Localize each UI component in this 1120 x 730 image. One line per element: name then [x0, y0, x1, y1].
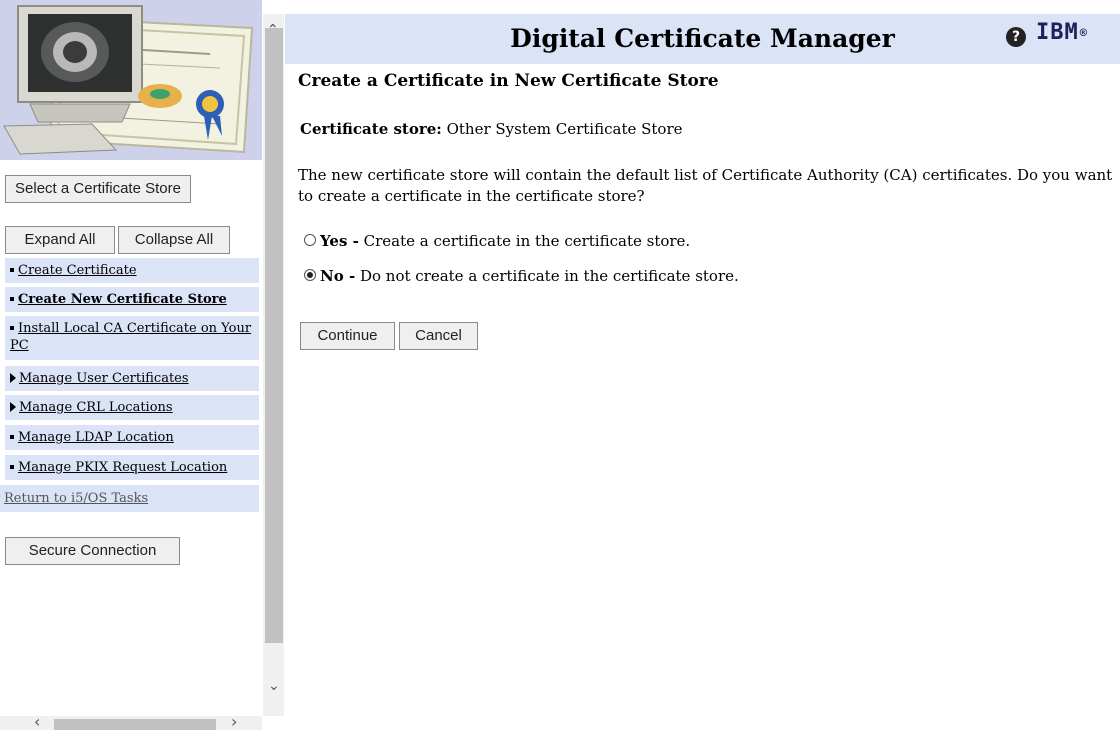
option-label: Yes - — [320, 232, 359, 250]
option-description: Create a certificate in the certificate … — [363, 232, 691, 250]
return-to-i5os-tasks-link[interactable]: Return to i5/OS Tasks — [4, 491, 148, 506]
scroll-down-arrow-icon[interactable]: ⌄ — [268, 678, 280, 694]
header-bar: Digital Certificate Manager ? IBM® — [285, 14, 1120, 64]
option-no[interactable]: No - Do not create a certificate in the … — [304, 267, 739, 285]
nav-link[interactable]: Manage PKIX Request Location — [18, 460, 227, 475]
navigation-frame: Select a Certificate Store Expand All Co… — [0, 0, 284, 730]
secure-connection-button[interactable]: Secure Connection — [5, 537, 180, 565]
option-label: No - — [320, 267, 356, 285]
store-label: Certificate store: — [300, 120, 442, 138]
square-bullet-icon — [10, 434, 14, 439]
nav-item-create-certificate[interactable]: Create Certificate — [5, 258, 259, 283]
help-icon[interactable]: ? — [1006, 27, 1026, 47]
square-bullet-icon — [10, 325, 14, 330]
square-bullet-icon — [10, 267, 14, 272]
expand-all-button[interactable]: Expand All — [5, 226, 115, 254]
nav-link[interactable]: Manage User Certificates — [19, 371, 189, 386]
content-frame: Digital Certificate Manager ? IBM® Creat… — [285, 0, 1120, 730]
expand-triangle-icon[interactable] — [10, 372, 16, 383]
dcm-logo-image — [0, 0, 262, 160]
nav-item-manage-crl-locations[interactable]: Manage CRL Locations — [5, 395, 259, 420]
nav-item-install-local-ca[interactable]: Install Local CA Certificate on Your PC — [5, 316, 259, 360]
horizontal-scrollbar-thumb[interactable] — [54, 719, 216, 730]
collapse-all-button[interactable]: Collapse All — [118, 226, 230, 254]
intro-text: The new certificate store will contain t… — [298, 166, 1113, 205]
square-bullet-icon — [10, 296, 14, 301]
nav-item-manage-pkix-request-location[interactable]: Manage PKIX Request Location — [5, 455, 259, 480]
expand-triangle-icon[interactable] — [10, 401, 16, 412]
vertical-scrollbar-thumb[interactable] — [265, 28, 283, 643]
scroll-right-arrow-icon[interactable]: › — [231, 712, 237, 730]
nav-item-create-new-certificate-store[interactable]: Create New Certificate Store — [5, 287, 259, 312]
option-description: Do not create a certificate in the certi… — [359, 267, 739, 285]
ibm-logo: IBM® — [1036, 20, 1088, 45]
select-certificate-store-button[interactable]: Select a Certificate Store — [5, 175, 191, 203]
app-title: Digital Certificate Manager — [510, 24, 895, 53]
nav-link-current[interactable]: Create New Certificate Store — [18, 292, 227, 307]
registered-mark: ® — [1079, 26, 1088, 40]
yes-radio[interactable] — [304, 234, 316, 246]
no-radio[interactable] — [304, 269, 316, 281]
cancel-button[interactable]: Cancel — [399, 322, 478, 350]
ibm-wordmark: IBM — [1036, 20, 1079, 45]
certificate-store-line: Certificate store: Other System Certific… — [300, 120, 683, 138]
store-value: Other System Certificate Store — [446, 120, 683, 138]
option-yes[interactable]: Yes - Create a certificate in the certif… — [304, 232, 690, 250]
nav-item-manage-ldap-location[interactable]: Manage LDAP Location — [5, 425, 259, 450]
nav-link[interactable]: Create Certificate — [18, 263, 137, 278]
continue-button[interactable]: Continue — [300, 322, 395, 350]
scroll-left-arrow-icon[interactable]: ‹ — [34, 712, 40, 730]
page-title: Create a Certificate in New Certificate … — [298, 71, 719, 91]
nav-item-return-to-tasks[interactable]: Return to i5/OS Tasks — [0, 485, 259, 512]
nav-link[interactable]: Manage CRL Locations — [19, 400, 173, 415]
nav-link[interactable]: Install Local CA Certificate on Your PC — [10, 321, 251, 353]
square-bullet-icon — [10, 464, 14, 469]
nav-link[interactable]: Manage LDAP Location — [18, 430, 174, 445]
scroll-up-arrow-icon[interactable]: ⌃ — [267, 22, 279, 38]
nav-item-manage-user-certificates[interactable]: Manage User Certificates — [5, 366, 259, 391]
